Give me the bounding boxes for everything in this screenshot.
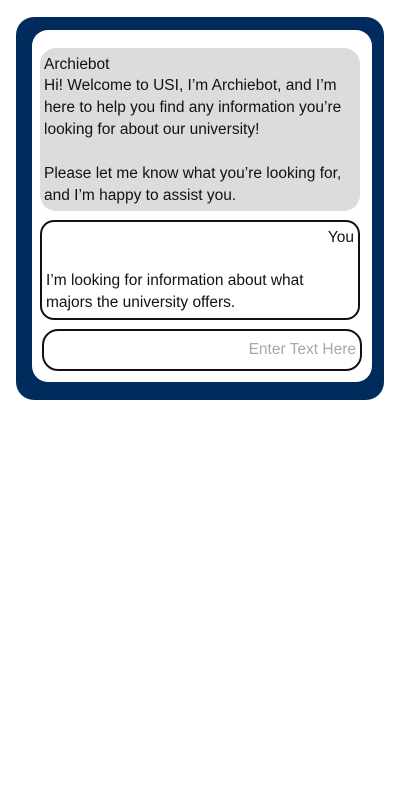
bot-message-greeting: Hi! Welcome to USI, I’m Archiebot, and I… xyxy=(44,77,342,138)
chat-widget-frame: Archiebot Hi! Welcome to USI, I’m Archie… xyxy=(16,17,384,400)
bot-message-bubble: Archiebot Hi! Welcome to USI, I’m Archie… xyxy=(40,48,360,211)
bot-message-offer: Please let me know what you’re looking f… xyxy=(44,165,342,204)
chat-text-input[interactable] xyxy=(42,329,362,371)
chat-panel: Archiebot Hi! Welcome to USI, I’m Archie… xyxy=(32,30,372,382)
user-message-bubble: You I’m looking for information about wh… xyxy=(40,220,360,320)
user-message-text: I’m looking for information about what m… xyxy=(46,272,304,311)
user-name: You xyxy=(327,229,354,246)
bot-name: Archiebot xyxy=(44,56,110,73)
